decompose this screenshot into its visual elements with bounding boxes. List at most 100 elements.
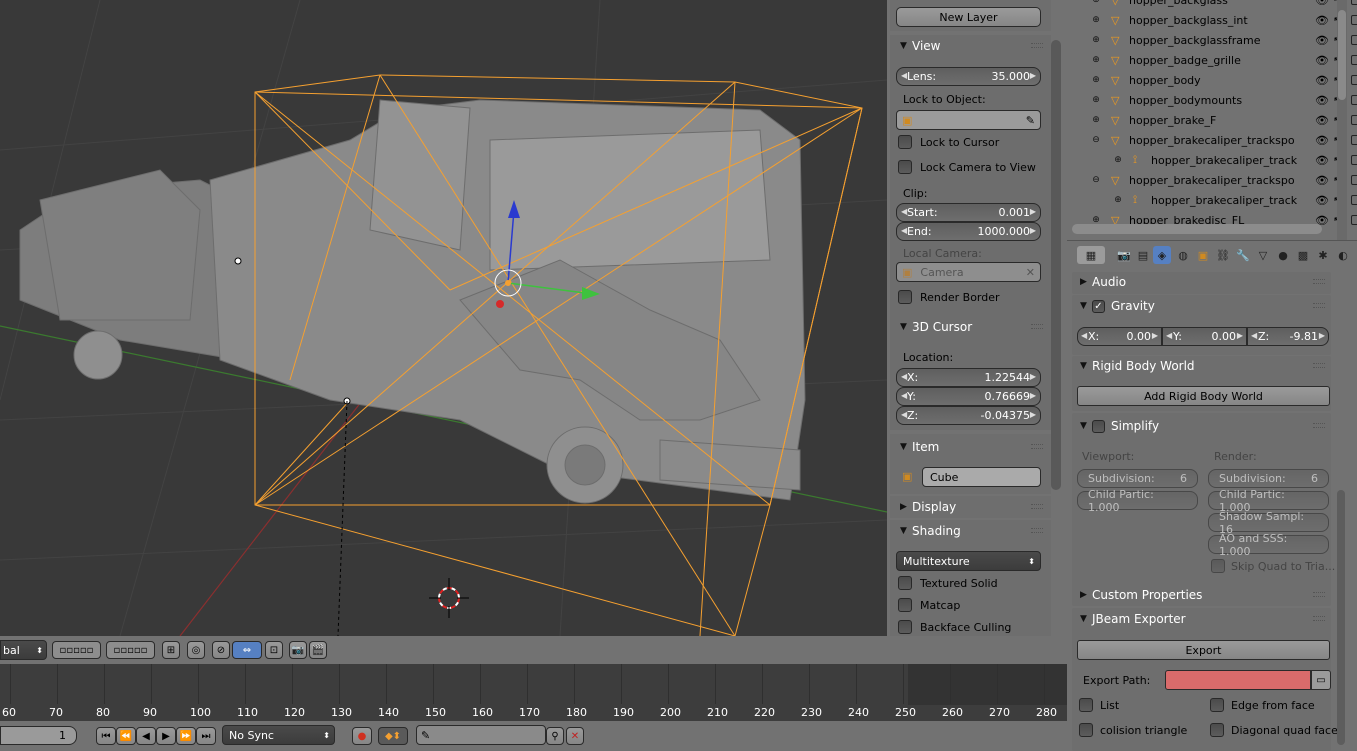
expand-icon[interactable]: ⊕ [1091, 75, 1101, 85]
visibility-eye-icon[interactable]: 👁 [1315, 54, 1329, 67]
render-camera-icon[interactable] [1351, 35, 1357, 45]
prev-keyframe-icon[interactable]: ⏪ [116, 727, 136, 745]
outliner-row[interactable]: ⊕⟟hopper_brakecaliper_track👁↖ [1067, 150, 1357, 170]
physics-tab-icon[interactable]: ◐ [1334, 246, 1352, 264]
ao-sss-field[interactable]: AO and SSS: 1.000 [1208, 532, 1329, 558]
matcap-checkbox[interactable] [898, 598, 912, 612]
outliner-row[interactable]: ⊕▽hopper_brake_F👁↖ [1067, 110, 1357, 130]
lock-layers-icon[interactable]: ⊞ [162, 641, 180, 659]
sync-dropdown[interactable]: No Sync ⬍ [222, 725, 335, 745]
expand-icon[interactable]: ⊕ [1091, 115, 1101, 125]
folder-icon[interactable]: ▭ [1311, 670, 1331, 690]
cursor-z-field[interactable]: ◀ Z: -0.04375 ▶ [896, 406, 1041, 425]
pivot-icon[interactable]: ◎ [187, 641, 205, 659]
shading-mode-dropdown[interactable]: Multitexture ⬍ [896, 551, 1041, 571]
render-camera-icon[interactable] [1351, 15, 1357, 25]
gravity-x-field[interactable]: ◀ X: 0.00 ▶ [1077, 327, 1162, 346]
orientation-dropdown[interactable]: bal ⬍ [0, 640, 47, 660]
delete-keyframe-icon[interactable]: ✕ [566, 727, 584, 745]
lens-field[interactable]: ◀ Lens: 35.000 ▶ [896, 67, 1041, 86]
data-tab-icon[interactable]: ▽ [1254, 246, 1272, 264]
panel-scrollbar[interactable] [1051, 40, 1061, 490]
object-tab-icon[interactable]: ▣ [1194, 246, 1212, 264]
rigid-body-world-header[interactable]: ▼ Rigid Body World [1072, 355, 1331, 377]
outliner-row[interactable]: ⊕▽hopper_bodymounts👁↖ [1067, 90, 1357, 110]
record-icon[interactable]: ● [352, 727, 372, 745]
render-camera-icon[interactable] [1351, 55, 1357, 65]
render-camera-icon[interactable] [1351, 0, 1357, 5]
render-camera-icon[interactable] [1351, 155, 1357, 165]
expand-icon[interactable]: ⊕ [1091, 95, 1101, 105]
outliner-row[interactable]: ⊕▽hopper_backglass_int👁↖ [1067, 10, 1357, 30]
modifiers-tab-icon[interactable]: 🔧 [1234, 246, 1252, 264]
outliner-row[interactable]: ⊕▽hopper_body👁↖ [1067, 70, 1357, 90]
render-border-checkbox[interactable] [898, 290, 912, 304]
expand-icon[interactable]: ⊕ [1113, 195, 1123, 205]
expand-icon[interactable]: ⊖ [1091, 135, 1101, 145]
cursor-x-field[interactable]: ◀ X: 1.22544 ▶ [896, 368, 1041, 387]
render-camera-icon[interactable] [1351, 75, 1357, 85]
jump-end-icon[interactable]: ⏭ [196, 727, 216, 745]
local-camera-field[interactable]: ▣ Camera ✕ [896, 262, 1041, 282]
visibility-eye-icon[interactable]: 👁 [1315, 74, 1329, 87]
visibility-eye-icon[interactable]: 👁 [1315, 134, 1329, 147]
outliner-scrollbar[interactable] [1337, 0, 1347, 240]
custom-properties-header[interactable]: ▶ Custom Properties [1072, 584, 1331, 606]
expand-icon[interactable]: ⊕ [1113, 155, 1123, 165]
current-frame-field[interactable]: 1 [0, 726, 77, 745]
item-section-header[interactable]: ▼ Item [887, 436, 1049, 458]
expand-icon[interactable]: ⊕ [1091, 55, 1101, 65]
next-keyframe-icon[interactable]: ⏩ [176, 727, 196, 745]
render-camera-icon[interactable] [1351, 195, 1357, 205]
export-path-input[interactable] [1165, 670, 1311, 690]
simplify-section-header[interactable]: ▼ Simplify [1072, 415, 1331, 437]
jump-start-icon[interactable]: ⏮ [96, 727, 116, 745]
audio-section-header[interactable]: ▶ Audio [1072, 271, 1331, 293]
outliner-row[interactable]: ⊕⟟hopper_brakecaliper_track👁↖ [1067, 190, 1357, 210]
simplify-checkbox[interactable] [1092, 419, 1105, 433]
eyedropper-icon[interactable]: ✎ [1026, 114, 1035, 127]
view-section-header[interactable]: ▼ View [887, 35, 1049, 57]
active-keying-set-field[interactable]: ✎ [416, 725, 546, 745]
play-icon[interactable]: ▶ [156, 727, 176, 745]
colision-triangle-checkbox[interactable] [1079, 723, 1093, 737]
visibility-eye-icon[interactable]: 👁 [1315, 14, 1329, 27]
object-name-field[interactable]: Cube [922, 467, 1041, 487]
render-tab-icon[interactable]: 📷 [1115, 246, 1133, 264]
lock-to-cursor-checkbox[interactable] [898, 135, 912, 149]
3d-cursor-section-header[interactable]: ▼ 3D Cursor [887, 316, 1049, 338]
export-button[interactable]: Export [1077, 640, 1330, 660]
textured-solid-checkbox[interactable] [898, 576, 912, 590]
outliner-hscrollbar[interactable] [1072, 224, 1322, 234]
visibility-eye-icon[interactable]: 👁 [1315, 94, 1329, 107]
edge-from-face-checkbox[interactable] [1210, 698, 1224, 712]
texture-tab-icon[interactable]: ▩ [1294, 246, 1312, 264]
list-checkbox[interactable] [1079, 698, 1093, 712]
visibility-eye-icon[interactable]: 👁 [1315, 34, 1329, 47]
properties-scrollbar[interactable] [1337, 490, 1345, 745]
gravity-y-field[interactable]: ◀ Y: 0.00 ▶ [1162, 327, 1247, 346]
add-rigid-body-world-button[interactable]: Add Rigid Body World [1077, 386, 1330, 406]
keying-set-icon[interactable]: ◆⬍ [378, 727, 408, 745]
gravity-z-field[interactable]: ◀ Z: -9.81 ▶ [1247, 327, 1329, 346]
visibility-eye-icon[interactable]: 👁 [1315, 174, 1329, 187]
constraints-tab-icon[interactable]: ⛓ [1214, 246, 1232, 264]
insert-keyframe-icon[interactable]: ⚲ [546, 727, 564, 745]
lock-camera-checkbox[interactable] [898, 160, 912, 174]
manipulator-icon[interactable]: ⇔ [232, 641, 262, 659]
cursor-y-field[interactable]: ◀ Y: 0.76669 ▶ [896, 387, 1041, 406]
snap-target-icon[interactable]: ⊡ [265, 641, 283, 659]
outliner-row[interactable]: ⊕▽hopper_badge_grille👁↖ [1067, 50, 1357, 70]
3d-viewport[interactable] [0, 0, 887, 636]
render-camera-icon[interactable] [1351, 135, 1357, 145]
visibility-eye-icon[interactable]: 👁 [1315, 154, 1329, 167]
gravity-checkbox[interactable]: ✓ [1092, 299, 1105, 313]
clip-start-field[interactable]: ◀ Start: 0.001 ▶ [896, 203, 1041, 222]
layers-grid-1[interactable]: ▫▫▫▫▫ [52, 641, 101, 659]
outliner-row[interactable]: ⊕▽hopper_backglassframe👁↖ [1067, 30, 1357, 50]
world-tab-icon[interactable]: ◍ [1174, 246, 1192, 264]
shading-section-header[interactable]: ▼ Shading [887, 520, 1049, 542]
particles-tab-icon[interactable]: ✱ [1314, 246, 1332, 264]
viewport-subdivision-field[interactable]: Subdivision: 6 [1077, 469, 1198, 488]
snap-icon[interactable]: ⊘ [212, 641, 230, 659]
